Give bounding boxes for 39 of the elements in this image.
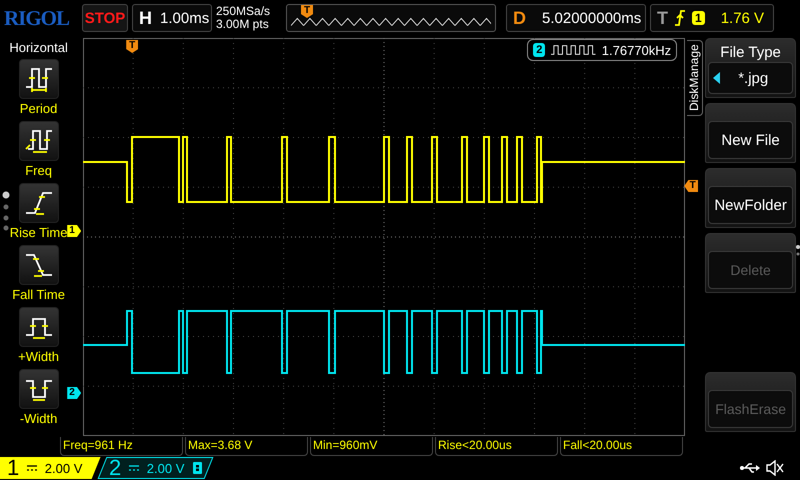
left-triangle-icon	[713, 72, 720, 84]
page-indicator	[796, 245, 800, 257]
menu-title: Horizontal	[9, 40, 68, 55]
dc-coupling-icon	[129, 464, 140, 472]
memory-depth: 3.00M pts	[216, 18, 270, 31]
measurement-value: Fall<20.00us	[560, 437, 683, 456]
trigger-marker[interactable]: T	[684, 180, 698, 192]
run-stop-button[interactable]: STOP	[82, 4, 128, 32]
channel-tab[interactable]: 1 2.00 V	[0, 457, 100, 479]
measurement-value: Min=960mV	[310, 437, 433, 456]
channel-tab[interactable]: 2 2.00 V	[98, 457, 214, 479]
delay-readout: D 5.02000000ms	[506, 4, 646, 32]
channel-marker[interactable]: 2	[67, 387, 82, 399]
softkey-button[interactable]: *.jpg	[708, 62, 793, 94]
page-indicator	[2, 191, 10, 231]
measurement-value: Freq=961 Hz	[60, 437, 183, 456]
timebase-readout: H 1.00ms	[132, 4, 212, 32]
trigger-marker[interactable]: T	[126, 40, 138, 53]
softkey-button[interactable]: NewFolder	[708, 186, 793, 224]
trigger-marker: T	[301, 5, 313, 18]
softkey-button[interactable]: New File	[708, 121, 793, 159]
channel-badge: 2	[533, 43, 546, 57]
sample-rate: 250MSa/s	[216, 5, 272, 18]
source-badge: 1	[692, 11, 705, 25]
muted-speaker-icon	[766, 460, 784, 476]
measurement-value: Max=3.68 V	[185, 437, 308, 456]
trigger-level: 1.76 V	[720, 10, 764, 26]
measurement-value: Rise<20.00us	[435, 437, 558, 456]
dc-coupling-icon	[27, 464, 38, 472]
usb-icon	[740, 462, 760, 474]
trigger-label: T	[657, 8, 668, 28]
menu-tab[interactable]: DiskManage	[687, 40, 704, 116]
channel-marker[interactable]: 1	[67, 225, 82, 237]
measure-button[interactable]: Rise Time	[10, 183, 68, 240]
softkey-title: File Type	[720, 44, 781, 62]
frequency-value: 1.76770kHz	[602, 42, 672, 58]
rising-slope-icon	[674, 10, 686, 26]
square-wave-icon	[551, 43, 596, 57]
brand-logo: RIGOL	[4, 6, 70, 30]
